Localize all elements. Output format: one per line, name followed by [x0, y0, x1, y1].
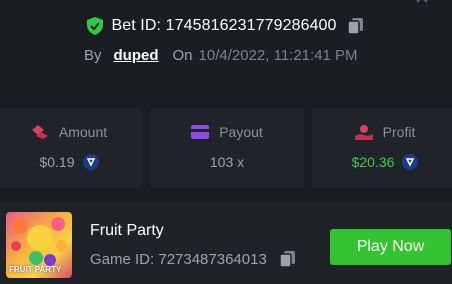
username-link[interactable]: duped: [114, 47, 159, 64]
copy-icon[interactable]: [279, 250, 297, 268]
profit-label: Profit: [382, 124, 416, 140]
game-card: FRUIT PARTY Fruit Party Game ID: 7273487…: [0, 202, 452, 284]
bet-date: 10/4/2022, 11:21:41 PM: [198, 46, 358, 64]
game-id-text: Game ID: 7273487364013: [90, 250, 267, 268]
shield-check-icon: [87, 17, 104, 35]
profit-card: Profit $20.36: [312, 108, 452, 188]
payout-card: Payout 103 x: [150, 108, 304, 188]
profit-icon: [354, 125, 373, 140]
on-label: On: [172, 46, 193, 64]
play-now-button[interactable]: Play Now: [330, 229, 451, 265]
close-icon[interactable]: [414, 0, 430, 4]
profit-value: $20.36: [351, 154, 395, 170]
payout-label: Payout: [219, 124, 263, 140]
game-id-row: Game ID: 7273487364013: [90, 250, 297, 268]
game-title[interactable]: Fruit Party: [90, 222, 164, 240]
coin-icon: [402, 154, 419, 170]
amount-card: Amount $0.19: [0, 108, 142, 188]
amount-icon: [31, 125, 48, 139]
stats-row: Amount $0.19 Payout 103 x Profit $20.36: [0, 108, 452, 188]
bet-id-row: Bet ID: 1745816231779286400: [0, 14, 452, 38]
bet-id-text: Bet ID: 1745816231779286400: [111, 17, 337, 34]
amount-value: $0.19: [39, 154, 75, 170]
payout-value: 103 x: [209, 154, 245, 170]
bet-meta-row: By duped On 10/4/2022, 11:21:41 PM: [84, 44, 358, 66]
thumbnail-label: FRUIT PARTY: [9, 265, 62, 274]
by-label: By: [84, 46, 102, 64]
coin-icon: [82, 154, 99, 170]
copy-icon[interactable]: [346, 17, 365, 35]
payout-icon: [191, 125, 210, 139]
amount-label: Amount: [58, 124, 108, 140]
game-thumbnail[interactable]: FRUIT PARTY: [6, 212, 72, 278]
